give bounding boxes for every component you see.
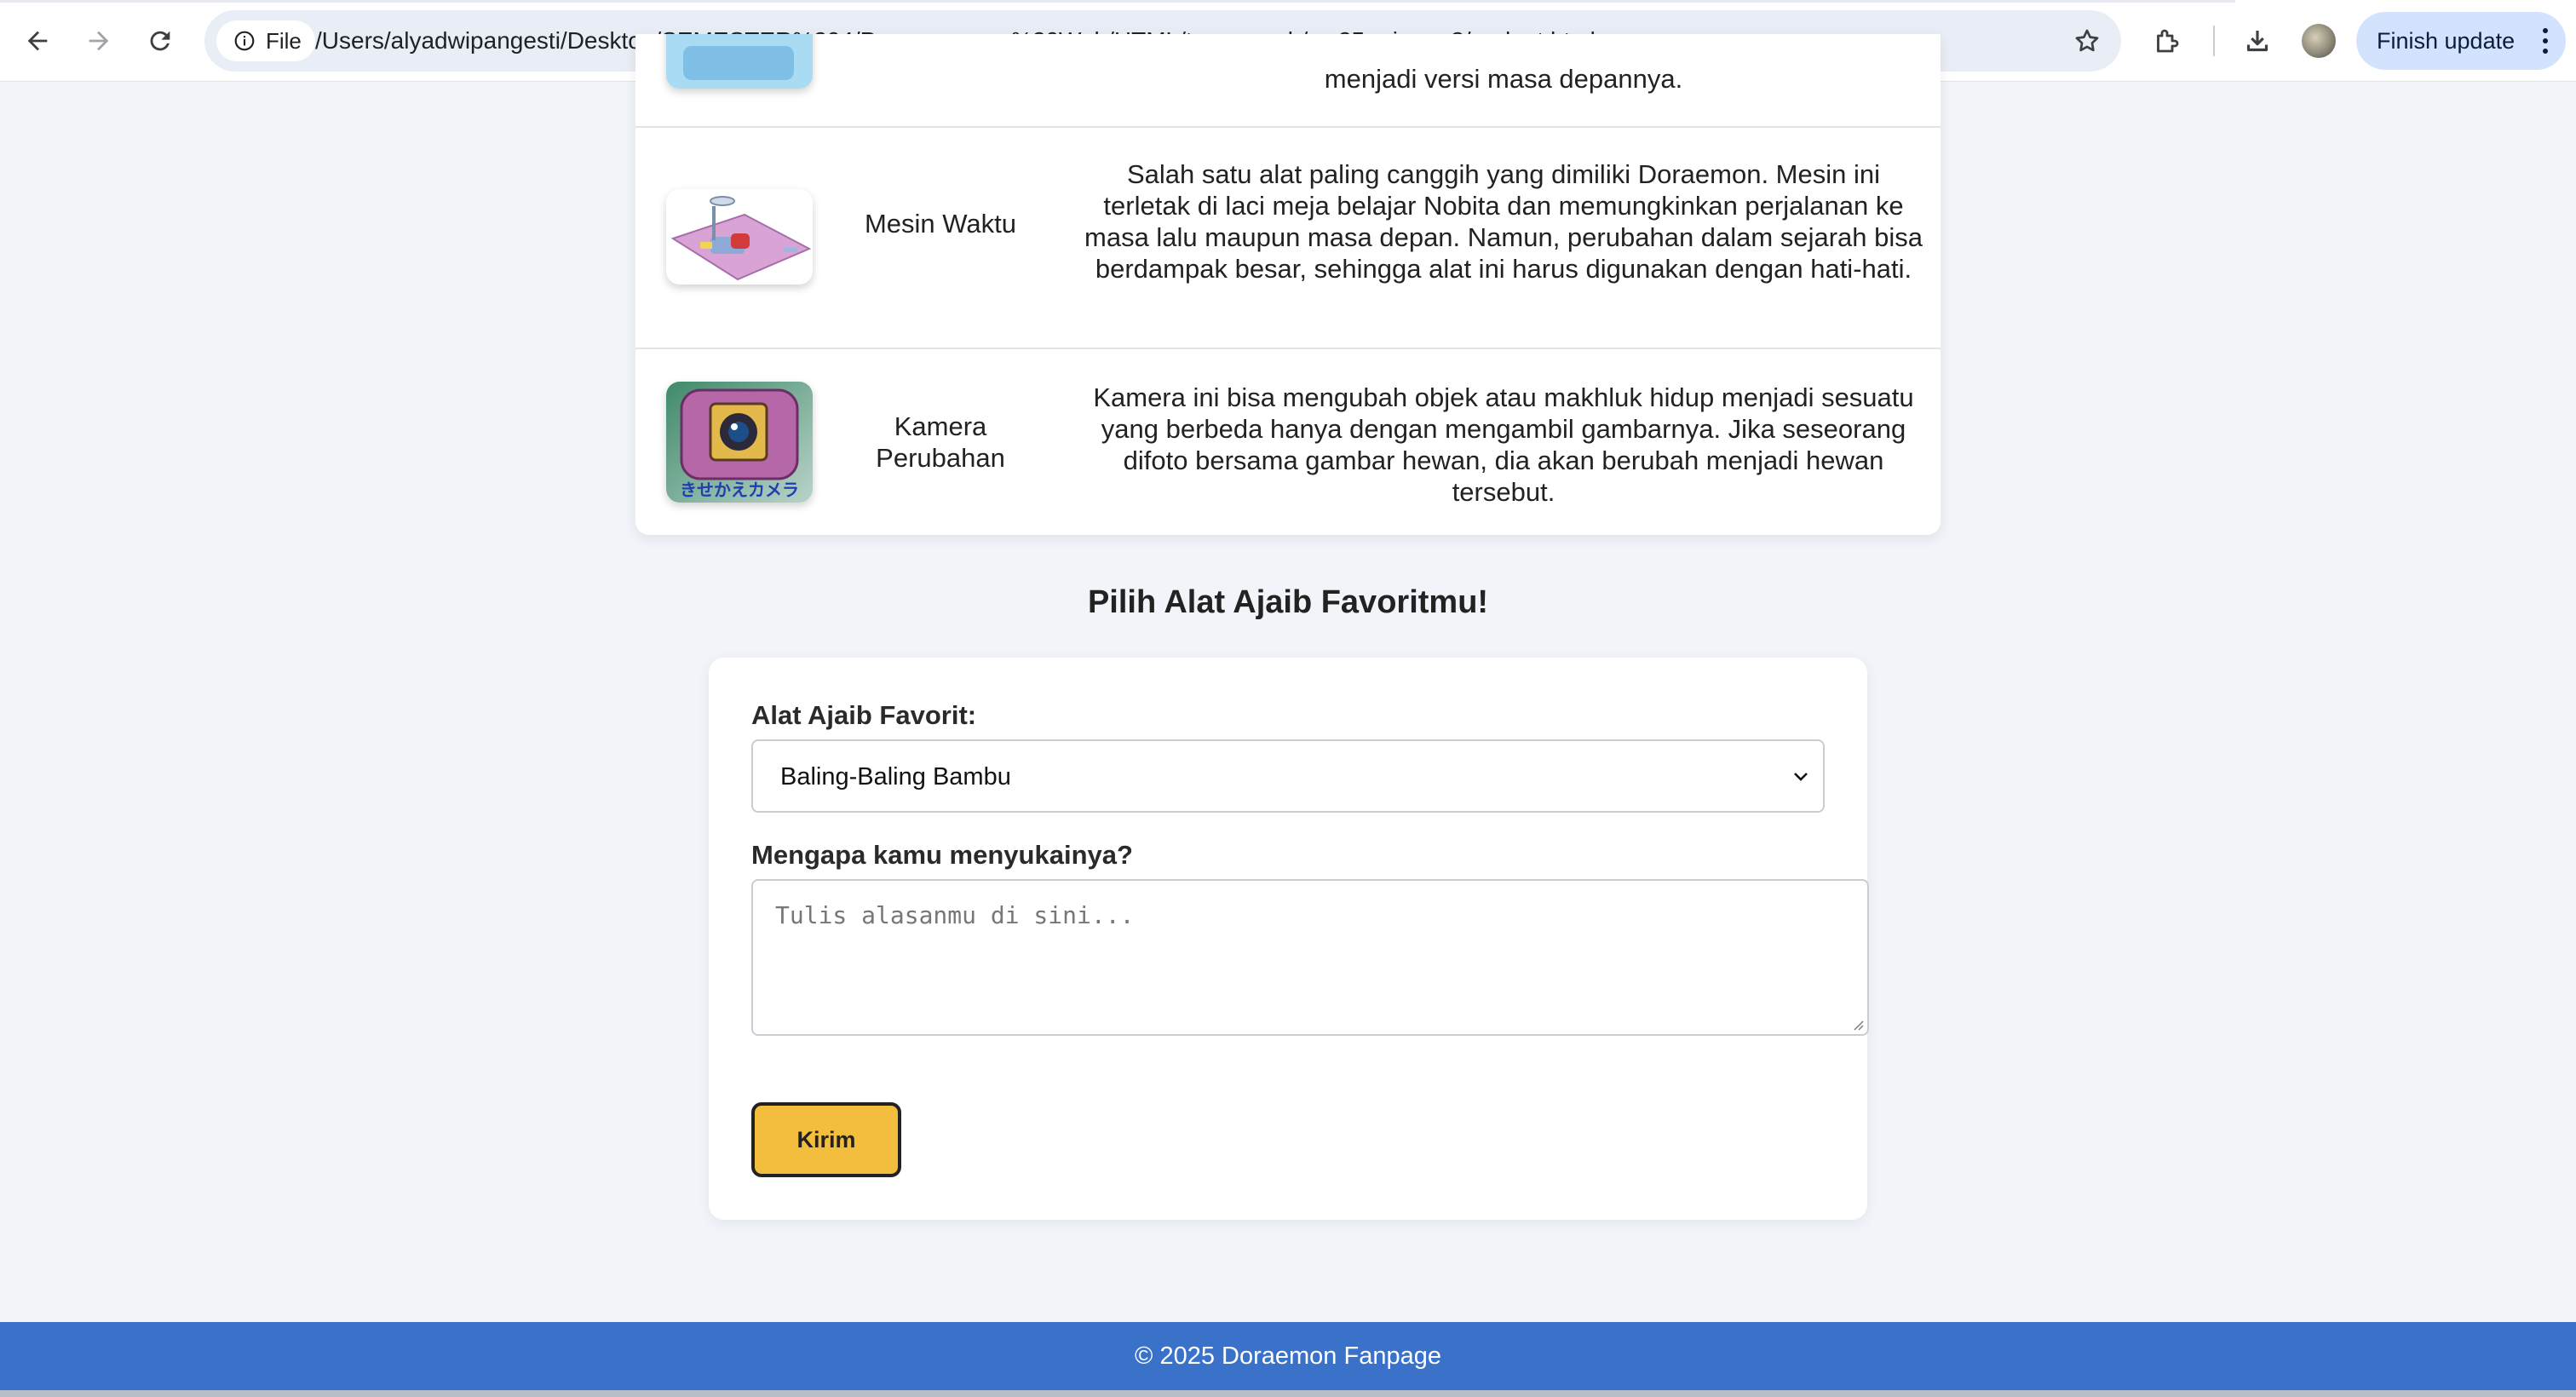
gadget-name: Kamera Perubahan [876,411,1005,473]
partial-gadget-image [666,34,813,89]
chevron-down-icon [1794,773,1808,781]
reason-placeholder: Tulis alasanmu di sini... [775,901,1135,929]
footer-text: © 2025 Doraemon Fanpage [1135,1342,1441,1370]
gadget-description: Kamera ini bisa mengubah objek atau makh… [1093,382,1914,507]
favorite-label: Alat Ajaib Favorit: [751,700,977,730]
back-button[interactable] [15,19,60,63]
arrow-right-icon [89,31,109,51]
favorite-select[interactable]: Baling-Baling Bambu [751,739,1825,813]
table-row: きせかえカメラ Kamera Perubahan Kamera ini bisa… [635,349,1941,535]
window-bottom-edge [0,1390,2576,1397]
forward-button[interactable] [77,19,121,63]
page-footer: © 2025 Doraemon Fanpage [0,1322,2576,1390]
gadget-thumbnail: きせかえカメラ [666,382,813,503]
site-info-label: File [266,27,302,54]
toolbar-separator [2213,26,2215,56]
gadget-table: menjadi versi masa depannya. Mesin Waktu… [635,34,1941,535]
gadget-description: Salah satu alat paling canggih yang dimi… [1084,159,1923,284]
favorite-selected-value: Baling-Baling Bambu [780,763,1011,790]
reload-button[interactable] [138,19,182,63]
more-vert-icon [2543,28,2548,54]
submit-button[interactable]: Kirim [751,1102,901,1177]
gadget-description: menjadi versi masa depannya. [1324,64,1683,94]
reason-textarea[interactable]: Tulis alasanmu di sini... [751,879,1869,1036]
finish-update-button[interactable]: Finish update [2356,12,2566,70]
info-icon [234,31,255,51]
favorite-form: Alat Ajaib Favorit: Baling-Baling Bambu … [709,658,1869,1220]
profile-avatar[interactable] [2302,24,2336,58]
camera-caption: きせかえカメラ [680,480,799,500]
form-heading: Pilih Alat Ajaib Favoritmu! [1087,584,1489,620]
loading-progress-track [0,0,2235,3]
table-row: menjadi versi masa depannya. [635,34,1941,128]
download-icon [2246,31,2268,52]
reload-icon [150,31,170,51]
resize-grip-icon[interactable] [1852,1019,1864,1031]
arrow-left-icon [27,31,48,51]
star-icon [2075,29,2099,52]
extensions-button[interactable] [2145,19,2189,63]
site-info-chip[interactable]: File [216,20,315,61]
reason-label: Mengapa kamu menyukainya? [751,840,1133,870]
gadget-thumbnail [666,34,813,89]
finish-update-label: Finish update [2377,27,2516,54]
gadget-name: Mesin Waktu [864,209,1016,239]
transform-camera-image: きせかえカメラ [666,382,813,503]
bookmark-button[interactable] [2068,22,2106,60]
time-machine-image [666,189,813,285]
downloads-button[interactable] [2235,19,2280,63]
puzzle-icon [2157,29,2179,53]
table-row: Mesin Waktu Salah satu alat paling cangg… [635,128,1941,349]
gadget-thumbnail [666,189,813,285]
